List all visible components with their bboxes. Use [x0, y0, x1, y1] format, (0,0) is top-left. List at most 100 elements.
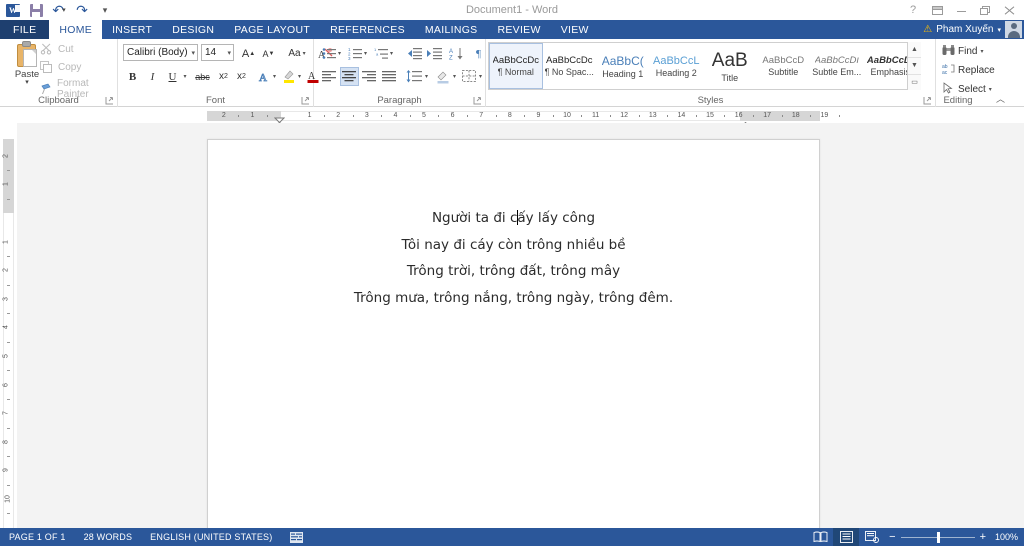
hanging-indent-marker[interactable] [274, 115, 285, 123]
read-mode-button[interactable] [807, 528, 833, 546]
style-heading-2[interactable]: AaBbCcL Heading 2 [650, 43, 704, 89]
justify-button[interactable] [380, 67, 399, 86]
document-page[interactable]: Người ta đi cấy lấy công Tôi nay đi cáy c… [207, 139, 820, 546]
document-canvas[interactable]: Người ta đi cấy lấy công Tôi nay đi cáy c… [17, 123, 1024, 546]
subscript-button[interactable]: x2 [214, 67, 233, 86]
italic-button[interactable]: I [143, 67, 162, 86]
document-line[interactable]: Trông trời, trông đất, trông mây [208, 263, 819, 279]
style-title[interactable]: AaB Title [703, 43, 757, 89]
styles-gallery[interactable]: AaBbCcDc ¶ Normal AaBbCcDc ¶ No Spac... AaBb… [488, 42, 918, 90]
zoom-out-button[interactable]: − [889, 531, 895, 543]
text-effects-caret-icon[interactable]: ▾ [270, 67, 279, 86]
find-button[interactable]: Find ▾ [942, 44, 983, 59]
styles-scroll-buttons: ▲ ▼ ▭ [907, 42, 921, 90]
font-size-combo[interactable]: 14 ▾ [201, 44, 234, 61]
minimize-button[interactable] [950, 1, 972, 19]
font-dialog-launcher[interactable] [301, 96, 310, 105]
word-count[interactable]: 28 WORDS [75, 528, 142, 546]
style-subtle-em[interactable]: AaBbCcDו Subtle Em... [810, 43, 864, 89]
vruler-tick [7, 456, 10, 458]
tab-insert[interactable]: INSERT [102, 20, 162, 39]
styles-more-button[interactable]: ▭ [908, 74, 921, 90]
font-name-combo[interactable]: Calibri (Body) ▾ [123, 44, 198, 61]
ruler-tick-label: 6 [450, 112, 455, 119]
tab-design[interactable]: DESIGN [162, 20, 224, 39]
zoom-slider-thumb[interactable] [936, 531, 940, 543]
font-size-caret-icon[interactable]: ▾ [227, 49, 231, 57]
ruler-tick-label: 2 [221, 112, 226, 119]
ribbon-display-options-button[interactable] [926, 1, 948, 19]
paragraph-dialog-launcher[interactable] [473, 96, 482, 105]
horizontal-ruler[interactable]: 2 1 1 2 3 4 5 6 7 8 9 10 11 12 13 14 15 16 17 18 19 [0, 108, 1024, 123]
copy-button[interactable]: Copy [40, 61, 81, 74]
align-right-button[interactable] [360, 67, 379, 86]
right-indent-marker[interactable] [740, 115, 751, 123]
tab-page-layout[interactable]: PAGE LAYOUT [224, 20, 320, 39]
shading-caret-icon[interactable]: ▾ [450, 67, 459, 86]
cut-button[interactable]: Cut [40, 43, 74, 56]
account-caret-icon[interactable]: ▾ [997, 26, 1001, 34]
find-caret-icon[interactable]: ▾ [980, 48, 983, 55]
styles-scroll-down-button[interactable]: ▼ [908, 58, 921, 75]
bold-button[interactable]: B [123, 67, 142, 86]
change-case-button[interactable]: Aa ▾ [282, 44, 312, 63]
vertical-ruler[interactable]: 2 1 1 2 3 4 5 6 7 8 9 10 [0, 123, 17, 528]
strikethrough-button[interactable]: abc [193, 67, 212, 86]
increase-indent-button[interactable] [424, 44, 443, 63]
style-name: ¶ Normal [497, 67, 534, 77]
clipboard-dialog-launcher[interactable] [105, 96, 114, 105]
print-layout-button[interactable] [833, 528, 860, 546]
avatar[interactable] [1005, 21, 1022, 38]
multilevel-caret-icon[interactable]: ▾ [387, 44, 396, 63]
tab-mailings[interactable]: MAILINGS [415, 20, 488, 39]
zoom-control[interactable]: − + [885, 531, 994, 543]
decrease-indent-button[interactable] [404, 44, 423, 63]
zoom-percentage[interactable]: 100% [994, 532, 1024, 542]
clipboard-group-label: Clipboard [38, 95, 79, 106]
paste-caret-icon[interactable]: ▾ [25, 78, 29, 86]
account-name[interactable]: Pham Xuyến [936, 24, 993, 35]
styles-group-label: Styles [697, 95, 724, 106]
ruler-tick-label: 19 [820, 112, 829, 119]
styles-scroll-up-button[interactable]: ▲ [908, 42, 921, 59]
close-button[interactable] [998, 1, 1020, 19]
superscript-button[interactable]: x2 [232, 67, 251, 86]
style-subtitle[interactable]: AaBbCcD Subtitle [757, 43, 811, 89]
tab-review[interactable]: REVIEW [487, 20, 550, 39]
tab-references[interactable]: REFERENCES [320, 20, 415, 39]
web-layout-button[interactable] [859, 528, 885, 546]
font-name-caret-icon[interactable]: ▾ [191, 49, 195, 57]
line-spacing-button[interactable] [404, 67, 423, 86]
select-caret-icon[interactable]: ▾ [989, 86, 992, 93]
highlight-caret-icon[interactable]: ▾ [295, 67, 304, 86]
grow-font-button[interactable]: A ▲ [239, 44, 258, 63]
page-indicator[interactable]: PAGE 1 OF 1 [0, 528, 75, 546]
bullets-caret-icon[interactable]: ▾ [335, 44, 344, 63]
collapse-ribbon-button[interactable]: ︿ [996, 92, 1005, 105]
ruler-tick [810, 115, 812, 117]
proofing-errors-icon[interactable] [281, 528, 312, 546]
borders-caret-icon[interactable]: ▾ [476, 67, 485, 86]
restore-button[interactable] [974, 1, 996, 19]
document-line[interactable]: Tôi nay đi cáy còn trông nhiều bề [208, 237, 819, 253]
style--normal[interactable]: AaBbCcDc ¶ Normal [489, 43, 543, 89]
document-line[interactable]: Người ta đi cấy lấy công [208, 210, 819, 226]
tab-view[interactable]: VIEW [551, 20, 599, 39]
tab-file[interactable]: FILE [0, 20, 50, 39]
zoom-slider[interactable] [900, 531, 975, 543]
line-spacing-caret-icon[interactable]: ▾ [422, 67, 431, 86]
language-indicator[interactable]: ENGLISH (UNITED STATES) [141, 528, 281, 546]
document-line[interactable]: Trông mưa, trông nắng, trông ngày, trông… [208, 290, 819, 306]
align-left-button[interactable] [320, 67, 339, 86]
style--no-spac[interactable]: AaBbCcDc ¶ No Spac... [543, 43, 597, 89]
help-button[interactable]: ? [902, 1, 924, 19]
underline-caret-icon[interactable]: ▾ [180, 67, 190, 86]
style-heading-1[interactable]: AaBbC(Heading 1 [596, 43, 650, 89]
shrink-font-button[interactable]: A ▼ [259, 44, 278, 63]
replace-button[interactable]: ab ac Replace [942, 63, 995, 78]
numbering-caret-icon[interactable]: ▾ [361, 44, 370, 63]
sort-button[interactable]: AZ [447, 44, 466, 63]
zoom-in-button[interactable]: + [980, 531, 986, 543]
align-center-button[interactable] [340, 67, 359, 86]
tab-home[interactable]: HOME [49, 20, 103, 39]
